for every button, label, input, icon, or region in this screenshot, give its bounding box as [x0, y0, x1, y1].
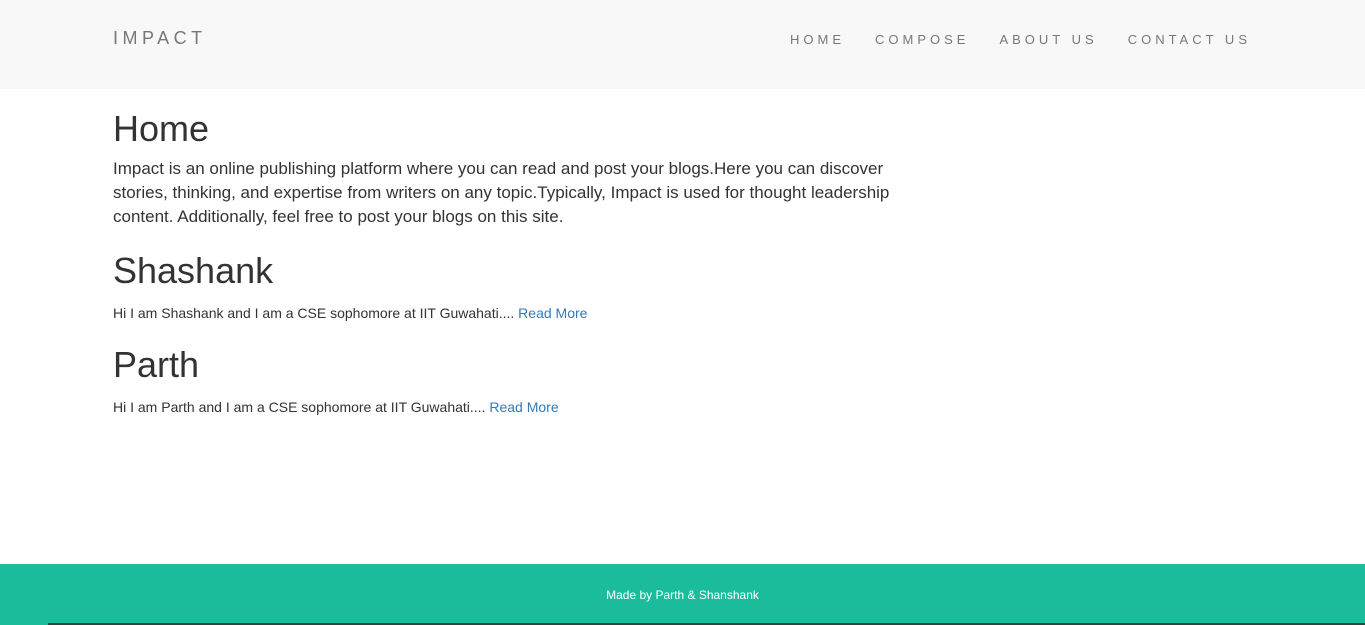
- brand-logo[interactable]: IMPACT: [113, 28, 207, 49]
- post-title: Shashank: [113, 250, 274, 291]
- read-more-link[interactable]: Read More: [518, 305, 587, 321]
- post-item: Parth Hi I am Parth and I am a CSE sopho…: [113, 343, 913, 417]
- nav-home-link[interactable]: HOME: [790, 32, 845, 47]
- post-item: Shashank Hi I am Shashank and I am a CSE…: [113, 249, 913, 323]
- post-excerpt-line: Hi I am Parth and I am a CSE sophomore a…: [113, 397, 913, 417]
- footer-text: Made by Parth & Shanshank: [606, 587, 759, 602]
- main-content: Home Impact is an online publishing plat…: [113, 104, 913, 417]
- post-title: Parth: [113, 344, 200, 385]
- post-excerpt: Hi I am Parth and I am a CSE sophomore a…: [113, 399, 486, 415]
- post-excerpt-line: Hi I am Shashank and I am a CSE sophomor…: [113, 303, 913, 323]
- navbar: IMPACT HOME COMPOSE ABOUT US CONTACT US: [0, 0, 1365, 89]
- footer: Made by Parth & Shanshank: [0, 564, 1365, 625]
- post-excerpt: Hi I am Shashank and I am a CSE sophomor…: [113, 305, 515, 321]
- read-more-link[interactable]: Read More: [489, 399, 558, 415]
- nav-about-link[interactable]: ABOUT US: [999, 32, 1097, 47]
- nav-compose-link[interactable]: COMPOSE: [875, 32, 969, 47]
- page-title: Home: [113, 108, 210, 149]
- nav-contact-link[interactable]: CONTACT US: [1128, 32, 1251, 47]
- intro-text: Impact is an online publishing platform …: [113, 159, 890, 226]
- nav-menu: HOME COMPOSE ABOUT US CONTACT US: [760, 32, 1251, 47]
